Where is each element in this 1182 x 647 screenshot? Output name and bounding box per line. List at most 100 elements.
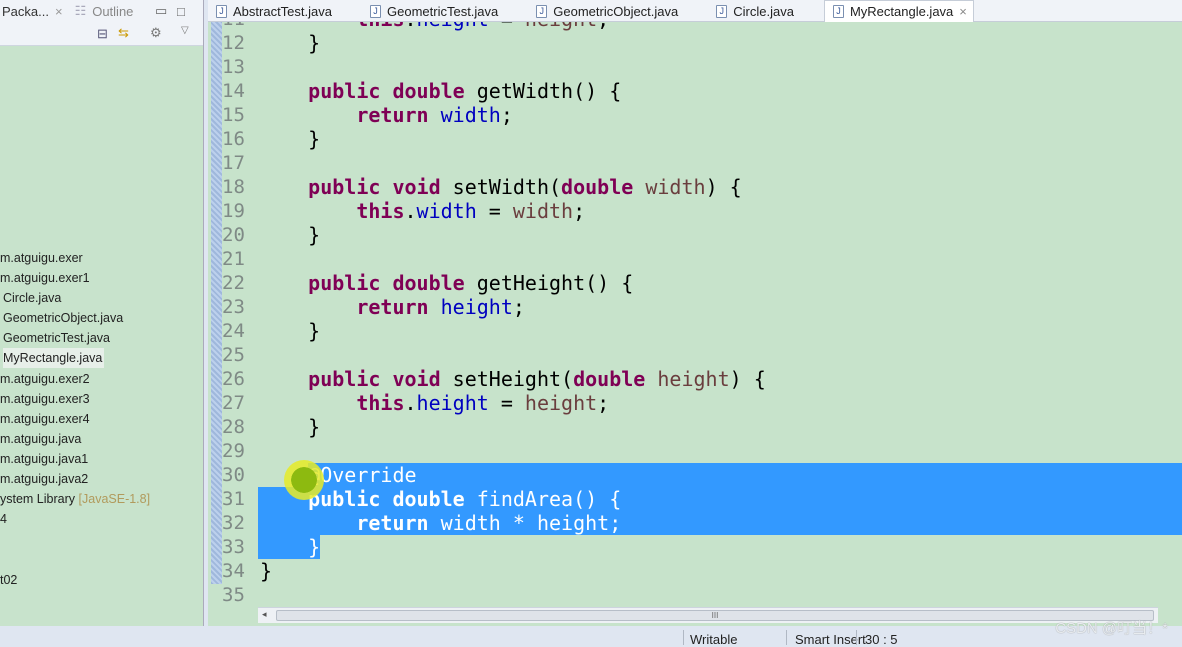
code-line[interactable]: this.height = height; (260, 22, 609, 31)
code-line[interactable]: } (260, 559, 272, 583)
panel-tabbar: Packa... × ☷ Outline ▭ □ (0, 0, 203, 22)
minimize-icon[interactable]: ▭ (155, 3, 167, 19)
close-icon[interactable]: × (959, 4, 967, 19)
tab-geometrictest[interactable]: J GeometricTest.java (362, 0, 498, 22)
code-token: this (356, 391, 405, 415)
tab-label: GeometricTest.java (387, 3, 499, 19)
java-file-icon: J (216, 4, 227, 18)
code-line[interactable]: } (260, 319, 320, 343)
line-number: 27 (222, 392, 245, 414)
code-token: width (512, 199, 574, 223)
filter-icon[interactable]: ⚙ (150, 25, 162, 41)
code-token: setWidth( (440, 175, 562, 199)
project-tree: m.atguigu.exer m.atguigu.exer1 Circle.ja… (0, 248, 150, 590)
line-number: 23 (222, 296, 245, 318)
code-line[interactable]: this.height = height; (260, 391, 609, 415)
tree-item[interactable] (0, 549, 150, 569)
code-area[interactable]: 11 this.height = height;12 }1314 public … (208, 22, 1182, 607)
code-line[interactable]: } (260, 415, 320, 439)
tree-item[interactable]: m.atguigu.exer2 (0, 369, 150, 389)
code-token: return (356, 295, 429, 319)
code-token: this (356, 22, 404, 31)
code-token: ; (597, 391, 610, 415)
tree-item-jre[interactable]: ystem Library [JavaSE-1.8] (0, 489, 150, 509)
code-editor[interactable]: J AbstractTest.java J GeometricTest.java J… (208, 0, 1182, 626)
view-menu-icon[interactable]: ▽ (181, 25, 189, 36)
line-number: 19 (222, 200, 245, 222)
code-token: ) { (705, 175, 742, 199)
tree-item[interactable]: Circle.java (0, 288, 150, 308)
mouse-cursor-highlight (284, 460, 324, 500)
tree-item[interactable]: 4 (0, 509, 150, 529)
tree-item[interactable]: m.atguigu.java1 (0, 449, 150, 469)
code-line[interactable]: return width * height; (260, 511, 621, 535)
collapse-all-icon[interactable]: ⊟ (97, 26, 108, 42)
tab-circle[interactable]: J Circle.java (708, 0, 794, 22)
tab-abstracttest[interactable]: J AbstractTest.java (208, 0, 332, 22)
code-token: height (657, 367, 730, 391)
code-token: } (260, 319, 321, 343)
jre-label: ystem Library (0, 492, 76, 507)
scrollbar-thumb[interactable]: III (276, 610, 1154, 621)
line-number: 35 (222, 584, 245, 606)
tree-item[interactable]: m.atguigu.exer1 (0, 268, 150, 288)
code-token: return (356, 103, 429, 127)
tree-item-selected[interactable]: MyRectangle.java (3, 348, 105, 369)
scroll-left-icon[interactable]: ◂ (262, 609, 267, 620)
code-token: } (260, 31, 321, 55)
code-token: } (260, 535, 321, 559)
tree-item[interactable] (0, 529, 150, 549)
maximize-icon[interactable]: □ (177, 4, 185, 19)
close-icon[interactable]: × (55, 4, 63, 19)
tree-item[interactable]: m.atguigu.java (0, 429, 150, 449)
code-token: . (404, 391, 417, 415)
code-token: } (260, 415, 321, 439)
line-number: 12 (222, 32, 245, 54)
tab-package-explorer[interactable]: Packa... (2, 4, 49, 19)
horizontal-scrollbar[interactable]: ◂ III (258, 607, 1158, 623)
code-token: } (260, 127, 321, 151)
tab-outline[interactable]: Outline (92, 4, 133, 19)
code-line[interactable]: return width; (260, 103, 513, 127)
code-line[interactable]: this.width = width; (260, 199, 585, 223)
jre-version: [JavaSE-1.8] (78, 492, 151, 507)
code-line[interactable]: } (260, 127, 320, 151)
code-line[interactable]: } (260, 223, 320, 247)
code-line[interactable]: } (260, 31, 320, 55)
code-line[interactable]: public void setWidth(double width) { (260, 175, 742, 199)
code-line[interactable]: public double getWidth() { (260, 79, 621, 103)
code-token: public void (308, 175, 441, 199)
code-token: ) { (729, 367, 766, 391)
code-token: return (356, 511, 429, 535)
code-token: ; (609, 511, 622, 535)
code-line[interactable]: public void setHeight(double height) { (260, 367, 766, 391)
panel-toolbar: ⊟ ⇆ ⚙ ▽ (0, 22, 203, 46)
tab-myrectangle[interactable]: J MyRectangle.java × (823, 0, 974, 22)
tree-item[interactable]: m.atguigu.exer3 (0, 389, 150, 409)
tree-item[interactable]: t02 (0, 570, 150, 590)
code-token: public double (308, 271, 465, 295)
overview-ruler (211, 22, 222, 584)
tab-label: GeometricObject.java (553, 3, 679, 19)
code-line[interactable]: return height; (260, 295, 525, 319)
tab-geometricobject[interactable]: J GeometricObject.java (528, 0, 678, 22)
code-token: public void (308, 367, 441, 391)
code-token: height (440, 295, 513, 319)
tree-item[interactable]: m.atguigu.exer4 (0, 409, 150, 429)
tree-item[interactable]: GeometricTest.java (0, 328, 150, 348)
link-editor-icon[interactable]: ⇆ (118, 25, 129, 41)
tree-item[interactable]: GeometricObject.java (0, 308, 150, 328)
code-token: height (416, 391, 489, 415)
line-number: 18 (222, 176, 245, 198)
code-line[interactable]: } (260, 535, 320, 559)
tree-item[interactable]: m.atguigu.exer (0, 248, 150, 268)
tree-item[interactable]: m.atguigu.java2 (0, 469, 150, 489)
code-line[interactable]: public double getHeight() { (260, 271, 633, 295)
